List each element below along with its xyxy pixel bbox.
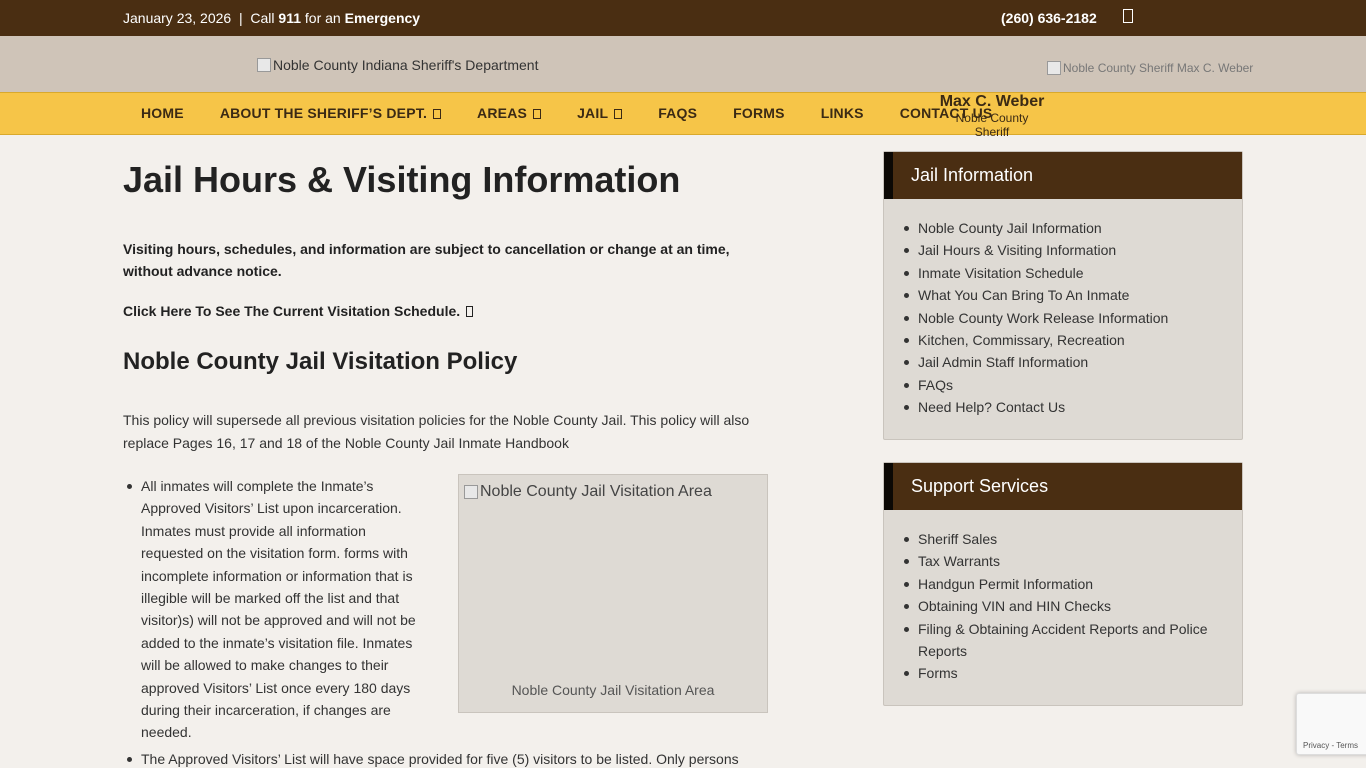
sidebar-link[interactable]: What You Can Bring To An Inmate — [904, 284, 1242, 306]
nav-item-label: AREAS — [477, 105, 528, 121]
broken-image-icon — [257, 58, 271, 72]
sidebar-link[interactable]: Filing & Obtaining Accident Reports and … — [904, 618, 1242, 663]
broken-image-icon — [1047, 61, 1061, 75]
recaptcha-terms-link[interactable]: Terms — [1336, 741, 1358, 750]
sheriff-photo: Noble County Sheriff Max C. Weber — [1047, 59, 1257, 77]
support-links-list: Sheriff Sales Tax Warrants Handgun Permit … — [884, 510, 1242, 705]
broken-image-icon — [464, 485, 478, 499]
chevron-down-icon — [433, 109, 442, 119]
nav-item-home[interactable]: HOME — [123, 93, 202, 134]
nav-item-label: JAIL — [577, 105, 609, 121]
phone-link[interactable]: (260) 636-2182 — [1001, 10, 1097, 26]
nav-item-about-the-sheriff-s-dept[interactable]: ABOUT THE SHERIFF’S DEPT. — [202, 93, 459, 134]
recaptcha-privacy-link[interactable]: Privacy — [1303, 741, 1329, 750]
top-bar-info: January 23, 2026 | Call 911 for an Emerg… — [123, 10, 420, 26]
call-prefix: Call — [250, 10, 275, 26]
sidebar-link[interactable]: Handgun Permit Information — [904, 573, 1242, 595]
policy-item: All inmates will complete the Inmate’s A… — [123, 475, 423, 744]
recaptcha-links: Privacy - Terms — [1303, 741, 1358, 750]
sidebar-link[interactable]: FAQs — [904, 374, 1242, 396]
nav-item-label: LINKS — [820, 105, 864, 121]
nav-item-label: ABOUT THE SHERIFF’S DEPT. — [219, 105, 428, 121]
sheriff-title: Noble County Sheriff — [955, 111, 1029, 139]
jail-links-list: Noble County Jail Information Jail Hours … — [884, 199, 1242, 439]
nav-item-links[interactable]: LINKS — [803, 93, 882, 134]
page-title: Jail Hours & Visiting Information — [123, 159, 681, 200]
visitation-area-figure: Noble County Jail Visitation Area Noble … — [458, 474, 768, 713]
chevron-down-icon — [614, 109, 623, 119]
visitation-image-alt: Noble County Jail Visitation Area — [480, 483, 712, 500]
recaptcha-badge: Privacy - Terms — [1296, 693, 1366, 755]
sidebar-link[interactable]: Noble County Jail Information — [904, 217, 1242, 239]
sidebar-link[interactable]: Need Help? Contact Us — [904, 396, 1242, 418]
sheriff-name-block: Max C. Weber Noble County Sheriff — [938, 93, 1046, 139]
recaptcha-dash: - — [1331, 741, 1335, 750]
top-bar: January 23, 2026 | Call 911 for an Emerg… — [0, 0, 1366, 36]
external-link-icon — [466, 306, 474, 317]
sidebar-link[interactable]: Sheriff Sales — [904, 528, 1242, 550]
visitation-image: Noble County Jail Visitation Area — [464, 483, 712, 501]
separator: | — [238, 10, 243, 26]
sidebar-link[interactable]: Kitchen, Commissary, Recreation — [904, 329, 1242, 351]
nav-item-faqs[interactable]: FAQS — [640, 93, 715, 134]
emergency-number: 911 — [278, 10, 302, 26]
call-mid: for an — [304, 10, 341, 26]
visiting-notice: Visiting hours, schedules, and informati… — [123, 241, 730, 279]
emergency-label: Emergency — [344, 10, 421, 26]
main-nav: HOME ABOUT THE SHERIFF’S DEPT. AREAS JAIL FA… — [0, 92, 1366, 139]
sidebar-link[interactable]: Jail Hours & Visiting Information — [904, 239, 1242, 261]
policy-item: The Approved Visitors’ List will have sp… — [123, 748, 773, 768]
current-date: January 23, 2026 — [123, 10, 232, 26]
nav-item-label: FORMS — [733, 105, 785, 121]
policy-intro: This policy will supersede all previous … — [123, 412, 750, 451]
site-header: Noble County Indiana Sheriff's Departmen… — [0, 36, 1366, 92]
support-services-widget: Support Services Sheriff Sales Tax Warran… — [883, 462, 1243, 706]
schedule-link-text: Click Here To See The Current Visitation… — [123, 303, 461, 319]
sheriff-name: Max C. Weber — [939, 93, 1045, 110]
sidebar-link[interactable]: Jail Admin Staff Information — [904, 351, 1242, 373]
sidebar-link[interactable]: Noble County Work Release Information — [904, 307, 1242, 329]
widget-title: Support Services — [884, 463, 1242, 510]
nav-list: HOME ABOUT THE SHERIFF’S DEPT. AREAS JAIL FA… — [123, 93, 1010, 134]
visitation-schedule-link[interactable]: Click Here To See The Current Visitation… — [123, 303, 474, 319]
sidebar-link[interactable]: Inmate Visitation Schedule — [904, 262, 1242, 284]
nav-item-areas[interactable]: AREAS — [459, 93, 559, 134]
widget-title: Jail Information — [884, 152, 1242, 199]
nav-item-forms[interactable]: FORMS — [715, 93, 803, 134]
nav-item-label: FAQS — [658, 105, 698, 121]
jail-information-widget: Jail Information Noble County Jail Infor… — [883, 151, 1243, 440]
sidebar-link[interactable]: Obtaining VIN and HIN Checks — [904, 595, 1242, 617]
logo-alt-text: Noble County Indiana Sheriff's Departmen… — [273, 57, 539, 73]
facebook-icon[interactable] — [1123, 9, 1133, 23]
sheriff-photo-alt: Noble County Sheriff Max C. Weber — [1063, 61, 1254, 75]
nav-item-jail[interactable]: JAIL — [559, 93, 640, 134]
sidebar-link[interactable]: Tax Warrants — [904, 550, 1242, 572]
chevron-down-icon — [533, 109, 542, 119]
sidebar-link[interactable]: Forms — [904, 662, 1242, 684]
policy-heading: Noble County Jail Visitation Policy — [123, 348, 518, 375]
figure-caption: Noble County Jail Visitation Area — [511, 682, 715, 698]
nav-item-label: HOME — [141, 105, 184, 121]
site-logo[interactable]: Noble County Indiana Sheriff's Departmen… — [257, 57, 538, 73]
